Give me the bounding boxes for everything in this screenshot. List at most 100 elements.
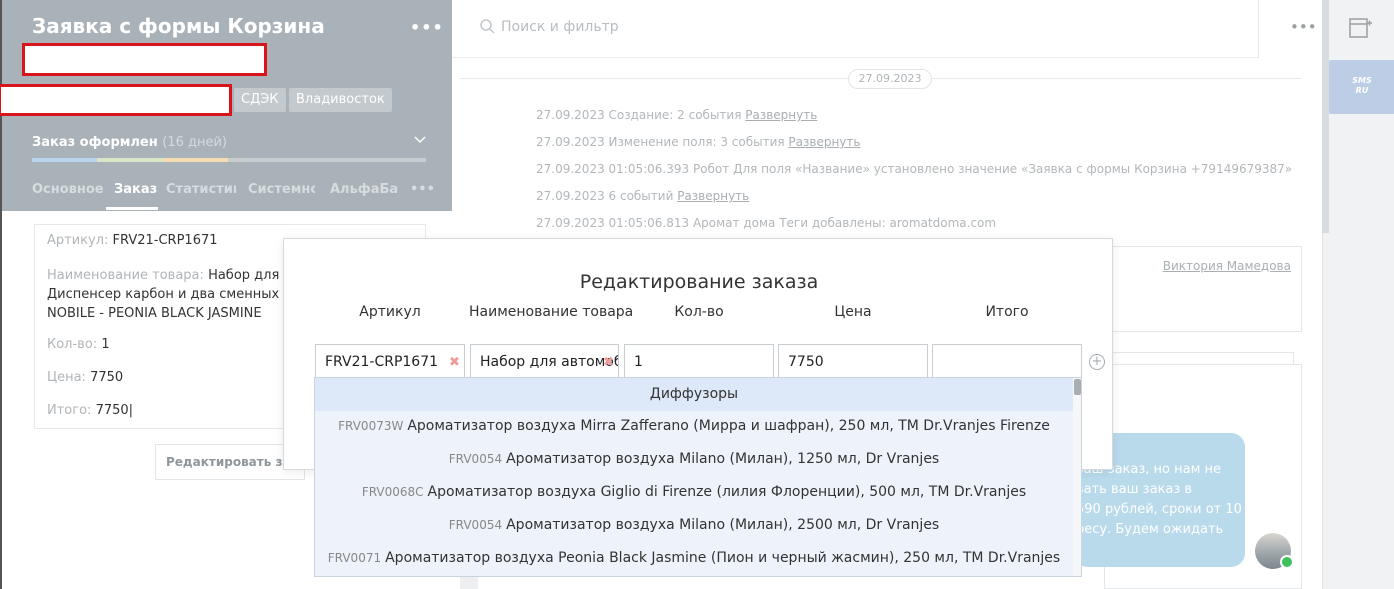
article-row: Артикул: FRV21-CRP1671 <box>47 233 218 248</box>
event-text: 27.09.2023 01:05:06.813 Аромат дома Теги… <box>536 216 997 230</box>
tag-chip-city[interactable]: Владивосток <box>289 88 392 112</box>
chevron-down-icon[interactable] <box>414 133 426 147</box>
event-text: 27.09.2023 Создание: 2 события <box>536 108 746 122</box>
suggestion-name: Ароматизатор воздуха Giglio di Firenze (… <box>427 484 1027 500</box>
suggestion-name: Ароматизатор воздуха Milano (Милан), 125… <box>506 451 940 467</box>
suggestion-name: Ароматизатор воздуха Peonia Black Jasmin… <box>385 550 1061 566</box>
crm-screen: Заявка с формы Корзина ••• СДЭК Владивос… <box>0 0 1394 589</box>
date-badge: 27.09.2023 <box>848 69 932 89</box>
event-text: 27.09.2023 01:05:06.393 Робот Для поля «… <box>536 162 1293 176</box>
suggestion-sku: FRV0054 <box>448 452 503 466</box>
total-label: Итого: <box>47 403 92 418</box>
event-text: 27.09.2023 6 событий <box>536 189 678 203</box>
expand-link[interactable]: Развернуть <box>745 108 817 122</box>
suggestion-item[interactable]: FRV0054 Ароматизатор воздуха Milano (Мила… <box>315 517 1073 533</box>
search-bar[interactable]: Поиск и фильтр <box>452 0 1258 58</box>
stacked-card-edge <box>1104 352 1294 364</box>
article-input[interactable]: FRV21-CRP1671 <box>315 344 465 380</box>
price-input[interactable]: 7750 <box>778 344 928 380</box>
timeline-event: 27.09.2023 Создание: 2 события Развернут… <box>536 108 817 122</box>
suggestion-name: Ароматизатор воздуха Milano (Милан), 250… <box>506 517 940 533</box>
price-value: 7750 <box>90 370 124 385</box>
price-label: Цена: <box>47 370 86 385</box>
expand-link[interactable]: Развернуть <box>788 135 860 149</box>
column-header-name: Наименование товара <box>469 304 634 320</box>
suggestion-sku: FRV0073W <box>338 419 404 433</box>
suggestion-item[interactable]: FRV0073W Ароматизатор воздуха Mirra Zaffe… <box>315 418 1073 434</box>
timeline-event: 27.09.2023 6 событий Развернуть <box>536 189 749 203</box>
add-row-icon[interactable]: + <box>1089 354 1105 370</box>
sms-logo-line: RU <box>1355 86 1369 95</box>
tab-main[interactable]: Основное <box>32 182 104 197</box>
message-text: ваш заказ, но нам не вать ваш заказ в 59… <box>1076 460 1246 540</box>
sms-app-button[interactable]: SMS RU <box>1329 60 1394 114</box>
expand-link[interactable]: Развернуть <box>677 189 749 203</box>
redacted-field <box>22 43 267 76</box>
total-value: 7750| <box>95 403 134 418</box>
total-input[interactable] <box>932 344 1082 380</box>
lead-tabs: Основное Заказ Статистика Системное Альф… <box>32 182 442 211</box>
clear-article-icon[interactable]: ✖ <box>449 355 460 370</box>
column-header-total: Итого <box>985 304 1029 320</box>
search-input[interactable]: Поиск и фильтр <box>501 19 619 35</box>
sms-logo-line: SMS <box>1352 76 1372 85</box>
lead-title: Заявка с формы Корзина <box>32 14 325 38</box>
feed-menu-button[interactable]: ••• <box>1290 18 1317 36</box>
lead-status[interactable]: Заказ оформлен (16 дней) <box>32 135 227 150</box>
column-header-qty: Кол-во <box>674 304 724 320</box>
clear-name-icon[interactable]: ✖ <box>603 355 614 370</box>
qty-label: Кол-во: <box>47 337 98 352</box>
comment-author-link[interactable]: Виктория Мамедова <box>1163 259 1291 273</box>
divider <box>1258 0 1259 58</box>
tab-statistics[interactable]: Статистика <box>166 182 236 197</box>
suggestion-sku: FRV0054 <box>448 518 503 532</box>
lead-header: Заявка с формы Корзина ••• СДЭК Владивос… <box>0 0 454 211</box>
suggestions-scroll-thumb[interactable] <box>1074 379 1081 395</box>
progress-segment <box>32 158 97 162</box>
lead-menu-button[interactable]: ••• <box>410 18 444 37</box>
tab-alfabank[interactable]: АльфаБанк <box>330 182 398 197</box>
suggestion-item[interactable]: FRV0054 Ароматизатор воздуха Milano (Мила… <box>315 451 1073 467</box>
total-row: Итого: 7750| <box>47 403 133 418</box>
suggestion-item[interactable]: FRV0068C Ароматизатор воздуха Giglio di F… <box>315 484 1073 500</box>
progress-segment <box>162 158 228 162</box>
price-row: Цена: 7750 <box>47 370 123 385</box>
tabs-more-button[interactable]: ••• <box>410 182 435 197</box>
event-text: 27.09.2023 Изменение поля: 3 события <box>536 135 789 149</box>
right-toolbar: SMS RU <box>1322 0 1394 589</box>
whatsapp-icon <box>1280 555 1294 569</box>
qty-row: Кол-во: 1 <box>47 337 110 352</box>
pipeline-progress <box>32 158 426 162</box>
timeline-event: 27.09.2023 01:05:06.393 Робот Для поля «… <box>536 162 1292 176</box>
modal-title: Редактирование заказа <box>579 271 819 293</box>
feed-scrollbar[interactable] <box>1322 0 1329 233</box>
product-name-input[interactable]: Набор для автомобиля <box>470 344 619 380</box>
suggestions-scrollbar[interactable] <box>1073 378 1081 576</box>
article-value: FRV21-CRP1671 <box>112 233 218 248</box>
product-name-label: Наименование товара: <box>47 268 204 283</box>
timeline-event: 27.09.2023 01:05:06.813 Аромат дома Теги… <box>536 216 996 230</box>
active-tab-indicator <box>106 207 158 210</box>
suggestion-sku: FRV0071 <box>327 551 382 565</box>
qty-value: 1 <box>101 337 110 352</box>
progress-segment <box>97 158 162 162</box>
tab-order[interactable]: Заказ <box>114 182 157 197</box>
tag-chip-cdek[interactable]: СДЭК <box>234 88 286 112</box>
suggestion-name: Ароматизатор воздуха Mirra Zafferano (Ми… <box>407 418 1050 434</box>
comment-card: Виктория Мамедова <box>1104 246 1302 332</box>
tab-system[interactable]: Системное <box>248 182 315 197</box>
qty-input[interactable]: 1 <box>624 344 774 380</box>
sms-logo: SMS RU <box>1329 76 1394 96</box>
message-line: вать ваш заказ в <box>1076 482 1193 497</box>
product-suggestions: Диффузоры FRV0073W Ароматизатор воздуха M… <box>314 377 1082 577</box>
article-label: Артикул: <box>47 233 109 248</box>
column-header-article: Артикул <box>359 304 421 320</box>
add-panel-icon[interactable] <box>1349 16 1373 40</box>
suggestion-item[interactable]: FRV0071 Ароматизатор воздуха Peonia Black… <box>315 550 1073 566</box>
timeline-event: 27.09.2023 Изменение поля: 3 события Раз… <box>536 135 860 149</box>
suggestion-sku: FRV0068C <box>361 485 424 499</box>
redacted-field <box>0 84 232 116</box>
status-label: Заказ оформлен <box>32 135 158 150</box>
message-line: 590 рублей, сроки от 10 <box>1076 502 1242 517</box>
search-icon <box>480 19 495 34</box>
